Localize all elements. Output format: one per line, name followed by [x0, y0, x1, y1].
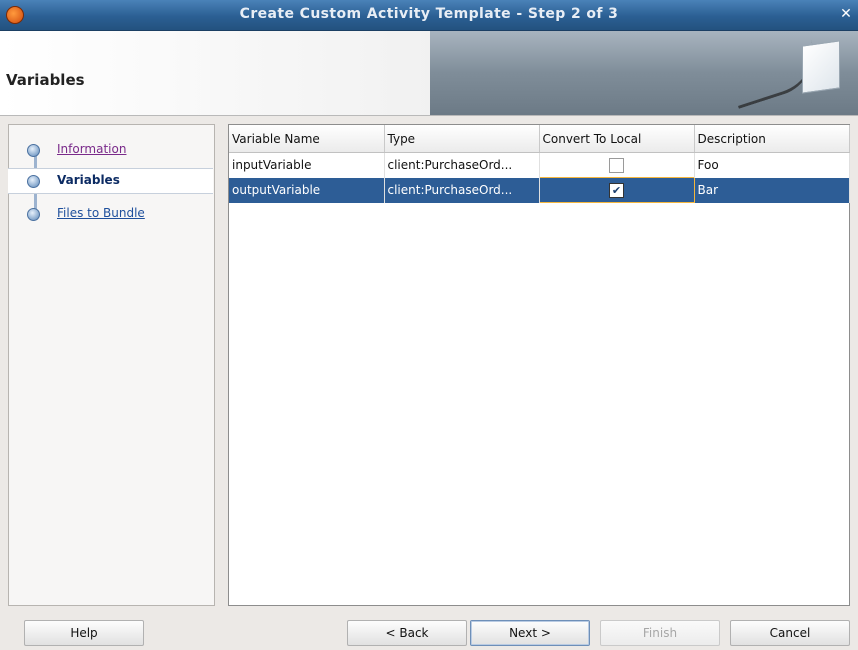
column-header-type[interactable]: Type [384, 125, 540, 153]
cell-variable-name[interactable]: outputVariable [229, 177, 385, 203]
step-dot-icon [27, 208, 40, 221]
column-header-convert-to-local[interactable]: Convert To Local [539, 125, 695, 153]
table-row[interactable]: outputVariable client:PurchaseOrd... ✔ B… [229, 177, 850, 203]
cell-description[interactable]: Foo [694, 152, 850, 178]
step-header: Variables [0, 31, 858, 116]
step-dot-icon [27, 175, 40, 188]
variables-table: Variable Name Type Convert To Local Desc… [228, 124, 850, 606]
cell-type[interactable]: client:PurchaseOrd... [384, 152, 540, 178]
close-icon[interactable]: ✕ [838, 6, 854, 22]
title-bar: Create Custom Activity Template - Step 2… [0, 0, 858, 31]
finish-button[interactable]: Finish [600, 620, 720, 646]
nav-item-label: Variables [57, 173, 120, 187]
nav-item-label: Files to Bundle [57, 206, 145, 220]
nav-item-label: Information [57, 142, 127, 156]
step-dot-icon [27, 144, 40, 157]
table-row[interactable]: inputVariable client:PurchaseOrd... Foo [229, 152, 850, 178]
step-navigator [8, 124, 215, 606]
back-button[interactable]: < Back [347, 620, 467, 646]
next-button[interactable]: Next > [470, 620, 590, 646]
convert-to-local-checkbox[interactable] [609, 157, 624, 173]
column-header-description[interactable]: Description [694, 125, 850, 153]
nav-item-files-to-bundle[interactable]: Files to Bundle [8, 202, 213, 226]
table-header-row: Variable Name Type Convert To Local Desc… [229, 125, 850, 153]
help-button[interactable]: Help [24, 620, 144, 646]
cell-convert-to-local[interactable]: ✔ [538, 177, 695, 203]
page-title: Variables [6, 71, 85, 89]
cell-convert-to-local[interactable] [539, 152, 695, 178]
column-header-variable-name[interactable]: Variable Name [229, 125, 385, 153]
cell-type[interactable]: client:PurchaseOrd... [384, 177, 540, 203]
nav-item-variables[interactable]: Variables [8, 168, 213, 194]
header-banner [430, 31, 858, 115]
cancel-button[interactable]: Cancel [730, 620, 850, 646]
window-title: Create Custom Activity Template - Step 2… [239, 6, 619, 22]
cell-description[interactable]: Bar [694, 177, 850, 203]
banner-page-icon [802, 40, 840, 94]
cell-variable-name[interactable]: inputVariable [229, 152, 385, 178]
nav-item-information[interactable]: Information [8, 138, 213, 162]
convert-to-local-checkbox[interactable]: ✔ [609, 182, 624, 198]
